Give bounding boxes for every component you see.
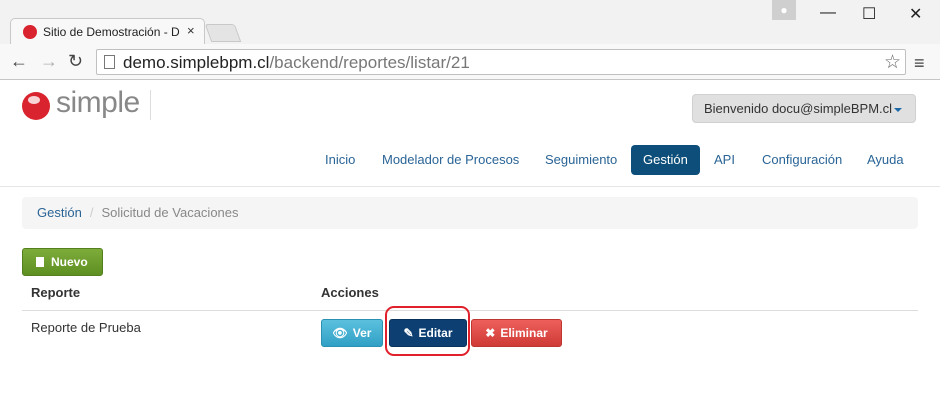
maximize-button[interactable]: ☐ (862, 4, 876, 24)
breadcrumb: Gestión / Solicitud de Vacaciones (22, 197, 918, 229)
back-arrow-icon[interactable]: ← (10, 51, 28, 72)
caret-down-icon (894, 107, 903, 112)
address-bar[interactable]: demo.simplebpm.cl/backend/reportes/lista… (96, 49, 906, 75)
forward-arrow-icon[interactable]: → (40, 51, 58, 72)
breadcrumb-separator: / (89, 205, 94, 220)
tab-title: Sitio de Demostración - D (43, 25, 180, 39)
new-button-label: Nuevo (51, 255, 88, 269)
breadcrumb-link-gestion[interactable]: Gestión (37, 205, 82, 220)
user-menu-button[interactable]: Bienvenido docu@simpleBPM.cl (692, 94, 916, 123)
table-header-divider (22, 310, 918, 311)
delete-button[interactable]: ✖ Eliminar (471, 319, 562, 347)
logo-mark-icon (22, 92, 50, 120)
view-button-label: Ver (352, 326, 372, 340)
minimize-button[interactable]: — (820, 4, 836, 22)
breadcrumb-current: Solicitud de Vacaciones (101, 205, 239, 220)
nav-item-modelador[interactable]: Modelador de Procesos (382, 145, 519, 175)
column-header-reporte: Reporte (31, 285, 81, 300)
tab-close-icon[interactable]: × (187, 23, 195, 38)
header-divider (0, 186, 940, 187)
column-header-acciones: Acciones (321, 285, 379, 300)
logo-text: simple (56, 86, 140, 119)
page-icon (104, 55, 115, 69)
favicon-icon (23, 25, 37, 39)
nav-item-seguimiento[interactable]: Seguimiento (545, 145, 617, 175)
new-tab-button[interactable] (204, 24, 242, 42)
profile-icon[interactable]: ● (772, 0, 796, 20)
logo-divider (150, 90, 151, 120)
browser-menu-icon[interactable]: ≡ (914, 53, 925, 74)
new-report-button[interactable]: Nuevo (22, 248, 103, 276)
browser-tab[interactable]: Sitio de Demostración - D × (10, 18, 205, 45)
document-icon (36, 257, 44, 267)
browser-toolbar: ← → ↻ demo.simplebpm.cl/backend/reportes… (0, 44, 940, 80)
times-icon: ✖ (485, 326, 496, 340)
url-text: demo.simplebpm.cl/backend/reportes/lista… (123, 53, 470, 72)
bookmark-star-icon[interactable]: ☆ (884, 51, 901, 74)
close-window-button[interactable]: ✕ (909, 4, 922, 24)
edit-button-highlight (385, 306, 470, 356)
nav-item-inicio[interactable]: Inicio (325, 145, 355, 175)
nav-item-api[interactable]: API (714, 145, 735, 175)
view-button[interactable]: 👁 Ver (321, 319, 383, 347)
nav-item-configuracion[interactable]: Configuración (762, 145, 842, 175)
browser-titlebar: Sitio de Demostración - D × ● — ☐ ✕ (0, 0, 940, 45)
nav-item-ayuda[interactable]: Ayuda (867, 145, 904, 175)
eye-icon: 👁 (332, 326, 348, 340)
report-name-cell: Reporte de Prueba (31, 320, 141, 335)
nav-item-gestion[interactable]: Gestión (631, 145, 700, 175)
delete-button-label: Eliminar (500, 326, 548, 340)
user-menu-label: Bienvenido docu@simpleBPM.cl (704, 101, 893, 116)
reload-icon[interactable]: ↻ (68, 51, 83, 72)
